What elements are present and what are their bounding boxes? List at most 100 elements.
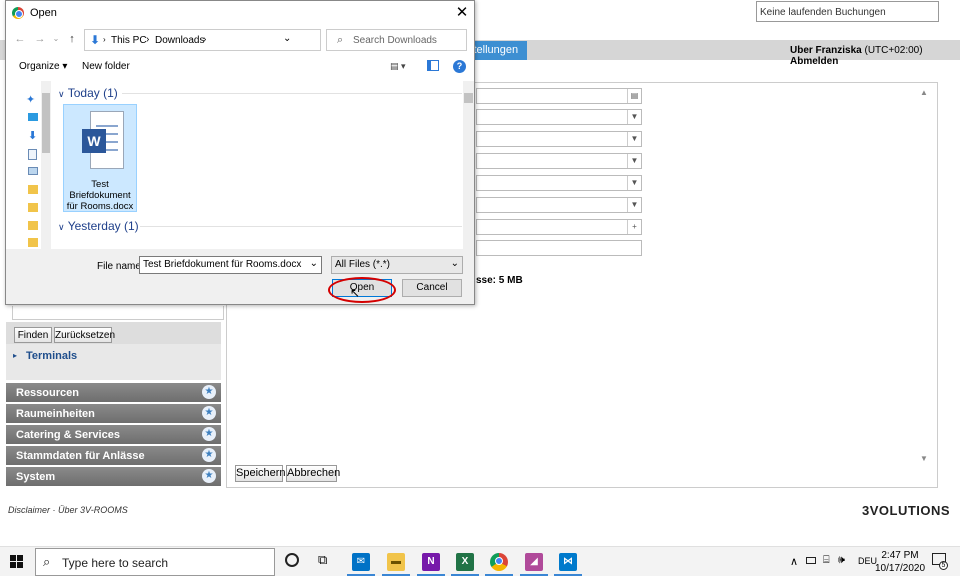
clock[interactable]: 2:47 PM 10/17/2020 bbox=[875, 549, 925, 575]
scroll-thumb[interactable] bbox=[42, 93, 50, 153]
search-button[interactable]: Finden bbox=[14, 327, 52, 343]
form-field-date[interactable]: ▤ bbox=[476, 88, 642, 104]
section-label: Catering & Services bbox=[16, 429, 120, 441]
chevron-down-icon[interactable]: ▼ bbox=[627, 176, 641, 190]
chevron-down-icon[interactable]: ▼ bbox=[627, 110, 641, 124]
sidebar-section-catering[interactable]: Catering & Services ★ bbox=[6, 425, 221, 444]
star-icon[interactable]: ★ bbox=[202, 448, 216, 462]
excel-icon[interactable]: X bbox=[456, 553, 474, 571]
folder-icon[interactable] bbox=[28, 238, 38, 247]
taskbar-search-placeholder: Type here to search bbox=[62, 556, 169, 570]
group-header-today[interactable]: ∨ Today (1) bbox=[58, 86, 118, 100]
star-icon[interactable]: ★ bbox=[202, 469, 216, 483]
chevron-up-icon[interactable]: ∧ bbox=[790, 555, 798, 568]
file-explorer-icon[interactable]: ▬ bbox=[387, 553, 405, 571]
cancel-form-button[interactable]: Abbrechen bbox=[286, 465, 340, 482]
folder-icon[interactable] bbox=[28, 185, 38, 194]
form-select-2[interactable]: ▼ bbox=[476, 131, 642, 147]
onenote-icon[interactable]: N bbox=[422, 553, 440, 571]
pictures-icon[interactable] bbox=[28, 167, 38, 175]
sidebar-terminals[interactable]: ▸ Terminals bbox=[6, 344, 221, 380]
sidebar-section-event-data[interactable]: Stammdaten für Anlässe ★ bbox=[6, 446, 221, 465]
sidebar-item-terminals[interactable]: Terminals bbox=[26, 350, 77, 362]
desktop-icon[interactable] bbox=[28, 113, 38, 121]
new-folder-button[interactable]: New folder bbox=[82, 61, 130, 72]
vscode-icon[interactable]: ⋈ bbox=[559, 553, 577, 571]
file-name-input[interactable]: Test Briefdokument für Rooms.docx ⌄ bbox=[139, 256, 322, 274]
nav-pane-scrollbar[interactable] bbox=[41, 81, 51, 249]
star-icon[interactable]: ★ bbox=[202, 406, 216, 420]
address-bar[interactable]: ⬇ › This PC › Downloads › ⌄ ↻ bbox=[84, 29, 392, 51]
group-label: Today (1) bbox=[67, 86, 118, 100]
network-icon[interactable]: ⌸ bbox=[823, 554, 830, 567]
vector-app-icon[interactable]: ◢ bbox=[525, 553, 543, 571]
reset-button[interactable]: Zurücksetzen bbox=[54, 327, 115, 343]
folder-icon[interactable] bbox=[28, 221, 38, 230]
forward-arrow-icon[interactable]: → bbox=[34, 33, 46, 45]
recent-chevron-icon[interactable]: ⌄ bbox=[50, 33, 62, 45]
logout-link[interactable]: Abmelden bbox=[790, 56, 838, 67]
form-select-4[interactable]: ▼ bbox=[476, 175, 642, 191]
sidebar-section-resources[interactable]: Ressourcen ★ bbox=[6, 383, 221, 402]
organize-menu[interactable]: Organize ▾ bbox=[19, 61, 67, 72]
chevron-down-icon[interactable]: ⌄ bbox=[451, 258, 459, 269]
file-item-selected[interactable]: W Test Briefdokument für Rooms.docx bbox=[63, 104, 137, 212]
task-view-icon[interactable]: ⧉ bbox=[318, 552, 327, 568]
volume-icon[interactable]: 🕪 bbox=[838, 554, 845, 567]
file-name-line: Briefdokument bbox=[69, 190, 131, 201]
sidebar-section-room-units[interactable]: Raumeinheiten ★ bbox=[6, 404, 221, 423]
back-arrow-icon[interactable]: ← bbox=[14, 33, 26, 45]
folder-icon[interactable] bbox=[28, 203, 38, 212]
file-name-value: Test Briefdokument für Rooms.docx bbox=[143, 259, 302, 270]
chrome-icon[interactable] bbox=[490, 553, 508, 571]
chevron-right-icon: › bbox=[203, 34, 207, 45]
form-select-1[interactable]: ▼ bbox=[476, 109, 642, 125]
help-icon[interactable]: ? bbox=[453, 60, 466, 73]
preview-pane-icon[interactable] bbox=[427, 60, 439, 71]
breadcrumb-downloads[interactable]: Downloads bbox=[155, 35, 204, 46]
group-header-yesterday[interactable]: ∨ Yesterday (1) bbox=[58, 219, 139, 233]
chevron-down-icon[interactable]: ⌄ bbox=[310, 258, 318, 269]
form-field-add[interactable]: + bbox=[476, 219, 642, 235]
sidebar-filter-input[interactable] bbox=[12, 306, 224, 320]
form-select-5[interactable]: ▼ bbox=[476, 197, 642, 213]
scroll-down-icon[interactable]: ▼ bbox=[920, 454, 928, 463]
search-input[interactable]: ⌕ Search Downloads bbox=[326, 29, 467, 51]
scroll-up-icon[interactable]: ▲ bbox=[920, 88, 928, 97]
disclaimer-link[interactable]: Disclaimer bbox=[8, 505, 50, 515]
close-icon[interactable]: ✕ bbox=[454, 5, 470, 21]
file-type-select[interactable]: All Files (*.*) ⌄ bbox=[331, 256, 463, 274]
plus-icon[interactable]: + bbox=[627, 220, 641, 234]
documents-icon[interactable] bbox=[28, 149, 37, 160]
cancel-button[interactable]: Cancel bbox=[402, 279, 462, 297]
up-arrow-icon[interactable]: ↑ bbox=[66, 33, 78, 45]
calendar-icon[interactable]: ▤ bbox=[627, 89, 641, 103]
quick-access-pin-icon[interactable]: ✦ bbox=[26, 93, 35, 106]
form-select-3[interactable]: ▼ bbox=[476, 153, 642, 169]
organize-label: Organize bbox=[19, 61, 60, 72]
file-name-line: für Rooms.docx bbox=[66, 201, 134, 212]
sidebar-section-system[interactable]: System ★ bbox=[6, 467, 221, 486]
chevron-down-icon[interactable]: ⌄ bbox=[283, 33, 291, 44]
about-link[interactable]: Über 3V-ROOMS bbox=[58, 505, 128, 515]
mail-icon[interactable]: ✉ bbox=[352, 553, 370, 571]
save-button[interactable]: Speichern bbox=[235, 465, 286, 482]
form-text-field[interactable] bbox=[476, 240, 642, 256]
battery-icon[interactable] bbox=[806, 557, 816, 564]
chevron-down-icon[interactable]: ▼ bbox=[627, 154, 641, 168]
chevron-down-icon[interactable]: ▼ bbox=[627, 198, 641, 212]
cortana-icon[interactable] bbox=[285, 553, 299, 567]
file-pane-scrollbar[interactable] bbox=[463, 81, 474, 249]
chevron-down-icon[interactable]: ▼ bbox=[627, 132, 641, 146]
downloads-icon[interactable]: ⬇ bbox=[28, 129, 37, 142]
star-icon[interactable]: ★ bbox=[202, 385, 216, 399]
content-scrollbar[interactable]: ▲ ▼ bbox=[918, 88, 930, 463]
view-icon[interactable]: ▤ ▾ bbox=[390, 61, 406, 72]
downloads-icon: ⬇ bbox=[90, 33, 101, 47]
breadcrumb-this-pc[interactable]: This PC bbox=[111, 35, 147, 46]
scroll-thumb[interactable] bbox=[464, 93, 473, 103]
windows-start-icon[interactable] bbox=[10, 555, 24, 569]
taskbar-search-input[interactable]: ⌕ Type here to search bbox=[35, 548, 275, 576]
star-icon[interactable]: ★ bbox=[202, 427, 216, 441]
clock-date: 10/17/2020 bbox=[875, 563, 926, 574]
